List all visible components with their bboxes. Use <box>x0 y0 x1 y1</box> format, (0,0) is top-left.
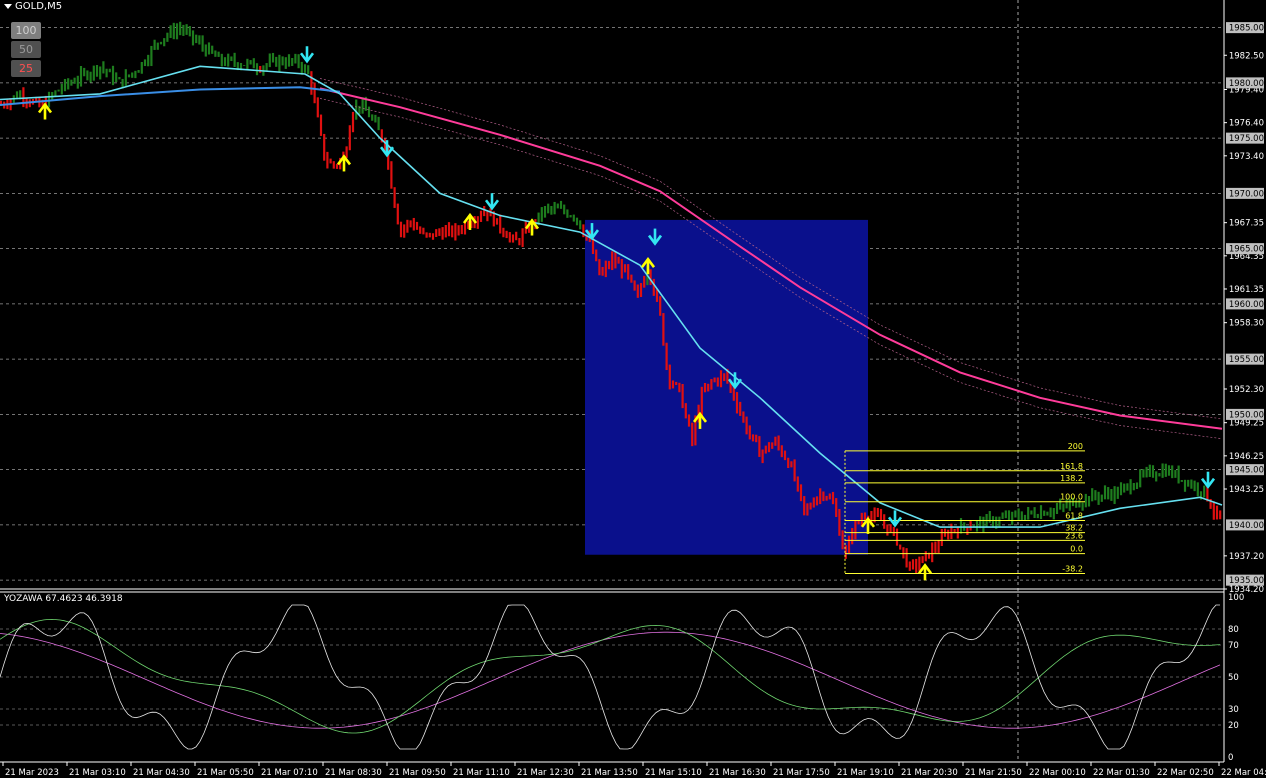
price-box-label: 1970.00 <box>1229 189 1264 199</box>
time-label: 21 Mar 03:10 <box>69 768 126 778</box>
level-button-50[interactable]: 50 <box>11 41 41 58</box>
osc-level-label: 30 <box>1228 705 1239 715</box>
osc-level-label: 70 <box>1228 641 1239 651</box>
price-tick-label: 1973.40 <box>1229 152 1264 162</box>
fib-level-label: 138.2 <box>1060 474 1083 483</box>
fib-level-label: -38.2 <box>1062 565 1083 574</box>
dropdown-icon[interactable] <box>4 3 12 9</box>
price-tick-label: 1943.25 <box>1229 485 1264 495</box>
trading-chart[interactable]: 200161.8138.2100.061.838.223.60.0-38.2 1… <box>0 0 1266 778</box>
osc-level-label: 20 <box>1228 721 1239 731</box>
time-label: 21 Mar 13:50 <box>581 768 638 778</box>
price-box-label: 1950.00 <box>1229 410 1264 420</box>
fib-level-label: 61.8 <box>1065 511 1083 520</box>
oscillator-label: YOZAWA 67.4623 46.3918 <box>4 594 123 604</box>
time-label: 22 Mar 01:30 <box>1093 768 1150 778</box>
time-label: 21 Mar 08:30 <box>325 768 382 778</box>
time-label: 21 Mar 16:30 <box>709 768 766 778</box>
level-button-100[interactable]: 100 <box>11 22 41 39</box>
time-label: 21 Mar 21:50 <box>965 768 1022 778</box>
price-box-label: 1980.00 <box>1229 79 1264 89</box>
price-box-label: 1940.00 <box>1229 521 1264 531</box>
price-box-label: 1955.00 <box>1229 355 1264 365</box>
price-box-label: 1935.00 <box>1229 576 1264 586</box>
time-label: 21 Mar 2023 <box>5 768 59 778</box>
time-label: 21 Mar 04:30 <box>133 768 190 778</box>
fib-level-label: 0.0 <box>1070 545 1083 554</box>
fib-level-label: 200 <box>1068 442 1083 451</box>
osc-level-label: 50 <box>1228 673 1239 683</box>
price-box-label: 1945.00 <box>1229 466 1264 476</box>
time-label: 21 Mar 20:30 <box>901 768 958 778</box>
time-label: 21 Mar 09:50 <box>389 768 446 778</box>
time-label: 21 Mar 17:50 <box>773 768 830 778</box>
price-tick-label: 1967.35 <box>1229 219 1264 229</box>
osc-level-label: 100 <box>1228 593 1244 603</box>
time-label: 21 Mar 07:10 <box>261 768 318 778</box>
time-label: 21 Mar 15:10 <box>645 768 702 778</box>
time-label: 21 Mar 05:50 <box>197 768 254 778</box>
price-tick-label: 1976.40 <box>1229 119 1264 129</box>
time-label: 22 Mar 00:10 <box>1029 768 1086 778</box>
price-box-label: 1975.00 <box>1229 134 1264 144</box>
time-label: 22 Mar 02:50 <box>1157 768 1214 778</box>
price-tick-label: 1982.50 <box>1229 51 1264 61</box>
time-label: 21 Mar 12:30 <box>517 768 574 778</box>
osc-level-label: 0 <box>1228 753 1233 763</box>
price-box-label: 1965.00 <box>1229 245 1264 255</box>
price-tick-label: 1961.35 <box>1229 285 1264 295</box>
time-label: 22 Mar 04:10 <box>1221 768 1266 778</box>
price-box-label: 1960.00 <box>1229 300 1264 310</box>
price-tick-label: 1946.25 <box>1229 452 1264 462</box>
price-tick-label: 1937.20 <box>1229 552 1264 562</box>
price-box-label: 1985.00 <box>1229 24 1264 34</box>
osc-level-label: 80 <box>1228 625 1239 635</box>
time-label: 21 Mar 11:10 <box>453 768 510 778</box>
time-label: 21 Mar 19:10 <box>837 768 894 778</box>
fib-level-label: 23.6 <box>1065 531 1083 540</box>
price-tick-label: 1952.30 <box>1229 385 1264 395</box>
price-tick-label: 1958.30 <box>1229 319 1264 329</box>
level-button-25[interactable]: 25 <box>11 60 41 77</box>
fib-level-label: 161.8 <box>1060 462 1083 471</box>
symbol-title[interactable]: GOLD,M5 <box>4 1 62 12</box>
fib-level-label: 100.0 <box>1060 493 1083 502</box>
